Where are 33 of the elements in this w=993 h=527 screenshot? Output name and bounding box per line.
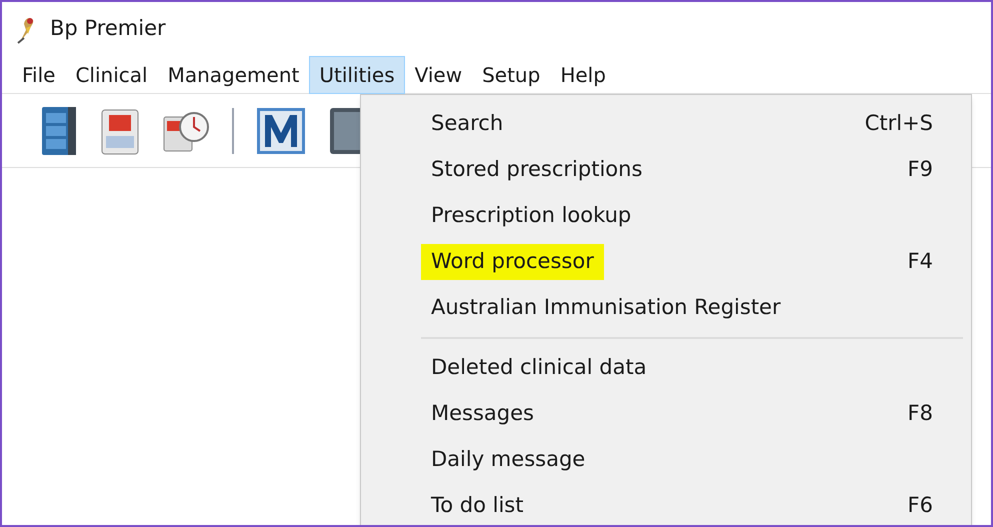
menu-entry-label: Stored prescriptions (430, 156, 644, 184)
menu-entry-label: Messages (430, 400, 535, 428)
menu-entry[interactable]: Messages F8 (361, 391, 963, 437)
shortcut-label: Ctrl+S (864, 110, 933, 138)
menu-entry-label: To do list (430, 492, 524, 520)
shortcut-label: F9 (908, 156, 933, 184)
shortcut-label: F4 (908, 248, 933, 276)
menu-entry-label: Word processor (421, 244, 604, 280)
menu-entry[interactable]: To do list F6 (361, 483, 963, 525)
menu-entry-label: Prescription lookup (430, 202, 632, 230)
menu-entry[interactable]: Stored prescriptions F9 (361, 147, 963, 193)
menu-entry-label: Australian Immunisation Register (430, 294, 782, 322)
filing-cabinet-icon[interactable] (40, 104, 78, 156)
menu-item[interactable]: Help (550, 56, 616, 94)
menu-item[interactable]: Utilities (309, 56, 405, 94)
menu-item[interactable]: View (404, 56, 472, 94)
shortcut-label: F6 (908, 492, 933, 520)
menu-item[interactable]: Clinical (65, 56, 158, 94)
menu-entry[interactable]: Daily message (361, 437, 963, 483)
menu-entry[interactable]: Word processor F4 (361, 239, 963, 285)
shortcut-label: F8 (908, 400, 933, 428)
menu-entry[interactable]: Prescription lookup (361, 193, 963, 239)
menu-entry-label: Search (430, 110, 504, 138)
menu-entry-label: Daily message (430, 446, 586, 474)
menu-item[interactable]: File (12, 56, 66, 94)
menu-entry[interactable]: Australian Immunisation Register (361, 285, 963, 331)
menu-item[interactable]: Management (158, 56, 310, 94)
menu-item[interactable]: Setup (472, 56, 550, 94)
menu-entry[interactable]: Deleted clinical data (361, 345, 963, 391)
menu-entry-label: Deleted clinical data (430, 354, 648, 382)
letter-m-logo-icon[interactable] (256, 106, 306, 154)
window-title: Bp Premier (50, 15, 166, 42)
menu-entry[interactable]: Search Ctrl+S (361, 101, 963, 147)
